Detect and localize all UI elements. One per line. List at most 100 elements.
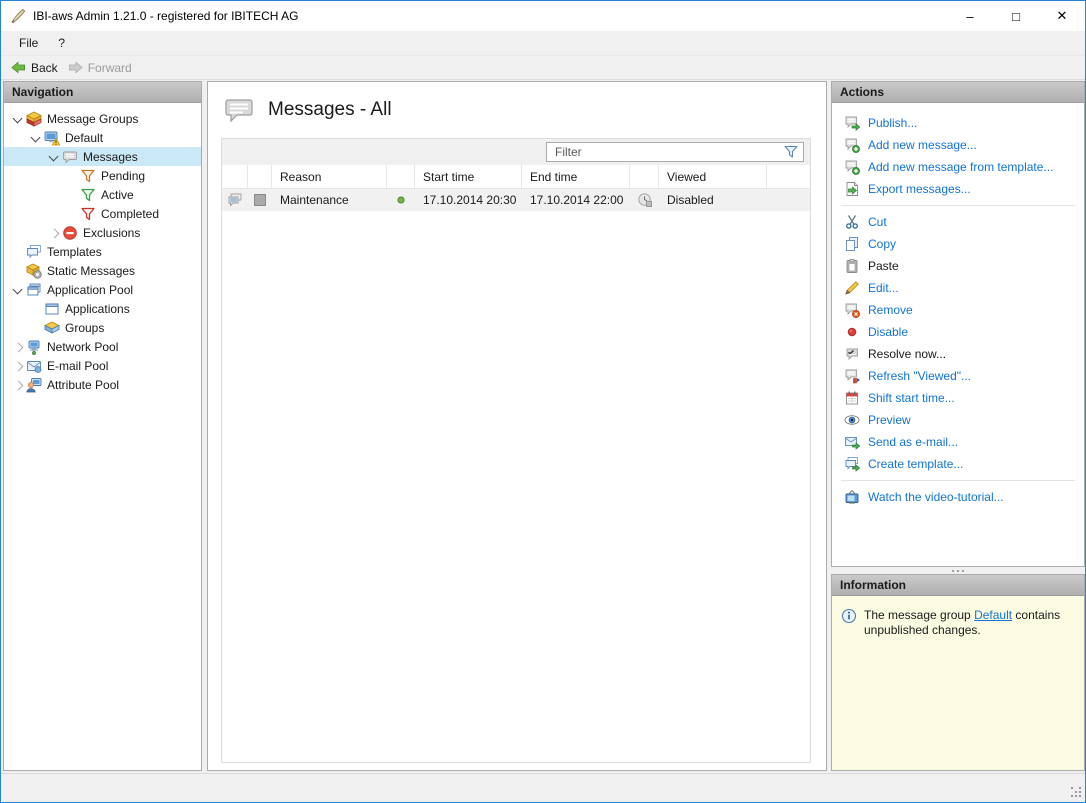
add-message-from-template-icon — [844, 159, 860, 175]
app-window: IBI-aws Admin 1.21.0 - registered for IB… — [0, 0, 1086, 803]
close-button[interactable]: ✕ — [1039, 1, 1085, 31]
column-status[interactable] — [387, 165, 415, 188]
menu-help[interactable]: ? — [48, 33, 75, 53]
information-header: Information — [832, 575, 1084, 596]
forward-arrow-icon — [68, 60, 83, 75]
cut-icon — [844, 214, 860, 230]
action-disable[interactable]: Disable — [832, 321, 1084, 343]
column-end-time[interactable]: End time — [522, 165, 630, 188]
filter-bar — [222, 139, 810, 165]
create-template-icon — [844, 456, 860, 472]
column-viewed[interactable]: Viewed — [659, 165, 767, 188]
message-color-swatch — [252, 192, 268, 208]
action-export-messages[interactable]: Export messages... — [832, 178, 1084, 200]
action-copy[interactable]: Copy — [832, 233, 1084, 255]
action-resolve-now[interactable]: Resolve now... — [832, 343, 1084, 365]
tree-item-templates[interactable]: Templates — [4, 242, 201, 261]
cell-start-time: 17.10.2014 20:30 — [415, 193, 522, 207]
column-reason[interactable]: Reason — [272, 165, 387, 188]
tree-item-email-pool[interactable]: E-mail Pool — [4, 356, 201, 375]
back-arrow-icon — [11, 60, 26, 75]
navigation-tree: Message Groups Default — [4, 103, 201, 394]
tree-item-pending[interactable]: Pending — [4, 166, 201, 185]
chevron-down-icon[interactable] — [10, 282, 26, 298]
chevron-right-icon[interactable] — [10, 377, 26, 393]
tv-icon — [844, 489, 860, 505]
action-preview[interactable]: Preview — [832, 409, 1084, 431]
chevron-down-icon[interactable] — [28, 130, 44, 146]
window-title: IBI-aws Admin 1.21.0 - registered for IB… — [33, 9, 298, 23]
disable-icon — [844, 324, 860, 340]
tree-item-messages[interactable]: Messages — [4, 147, 201, 166]
active-status-dot-icon — [393, 192, 409, 208]
message-group-warning-icon — [44, 130, 60, 146]
actions-panel: Actions Publish... — [831, 81, 1085, 567]
tree-item-applications[interactable]: Applications — [4, 299, 201, 318]
information-body: The message group Default contains unpub… — [832, 596, 1084, 770]
actions-separator — [841, 480, 1075, 481]
static-messages-icon — [26, 263, 42, 279]
actions-header: Actions — [832, 82, 1084, 103]
application-pool-icon — [26, 282, 42, 298]
back-button[interactable]: Back — [8, 58, 65, 77]
tree-item-application-pool[interactable]: Application Pool — [4, 280, 201, 299]
column-start-time[interactable]: Start time — [415, 165, 522, 188]
edit-pencil-icon — [844, 280, 860, 296]
forward-button[interactable]: Forward — [65, 58, 139, 77]
filter-funnel-icon[interactable] — [784, 145, 798, 159]
network-pool-icon — [26, 339, 42, 355]
action-send-as-email[interactable]: Send as e-mail... — [832, 431, 1084, 453]
action-cut[interactable]: Cut — [832, 211, 1084, 233]
action-add-new-message[interactable]: Add new message... — [832, 134, 1084, 156]
tree-item-network-pool[interactable]: Network Pool — [4, 337, 201, 356]
filter-input[interactable] — [555, 145, 784, 159]
maximize-button[interactable]: □ — [993, 1, 1039, 31]
chevron-right-icon[interactable] — [10, 339, 26, 355]
tree-item-attribute-pool[interactable]: Attribute Pool — [4, 375, 201, 394]
filter-pending-icon — [80, 168, 96, 184]
action-refresh-viewed[interactable]: Refresh "Viewed"... — [832, 365, 1084, 387]
chevron-down-icon[interactable] — [10, 111, 26, 127]
table-row[interactable]: Maintenance 17.10.2014 20:30 17.10.2014 … — [222, 189, 810, 211]
exclusions-icon — [62, 225, 78, 241]
tree-item-message-groups[interactable]: Message Groups — [4, 109, 201, 128]
action-remove[interactable]: Remove — [832, 299, 1084, 321]
actions-separator — [841, 205, 1075, 206]
menu-file[interactable]: File — [9, 33, 48, 53]
minimize-button[interactable]: – — [947, 1, 993, 31]
publish-icon — [844, 115, 860, 131]
action-publish[interactable]: Publish... — [832, 112, 1084, 134]
tree-item-active[interactable]: Active — [4, 185, 201, 204]
tree-item-exclusions[interactable]: Exclusions — [4, 223, 201, 242]
message-type-icon — [227, 192, 243, 208]
tree-item-completed[interactable]: Completed — [4, 204, 201, 223]
chevron-right-icon[interactable] — [46, 225, 62, 241]
message-groups-icon — [26, 111, 42, 127]
default-group-link[interactable]: Default — [974, 608, 1012, 622]
tree-item-groups[interactable]: Groups — [4, 318, 201, 337]
filter-box[interactable] — [546, 142, 804, 162]
remove-icon — [844, 302, 860, 318]
action-edit[interactable]: Edit... — [832, 277, 1084, 299]
send-email-icon — [844, 434, 860, 450]
action-paste[interactable]: Paste — [832, 255, 1084, 277]
action-create-template[interactable]: Create template... — [832, 453, 1084, 475]
status-bar — [1, 773, 1085, 802]
cell-viewed: Disabled — [659, 193, 767, 207]
action-watch-video-tutorial[interactable]: Watch the video-tutorial... — [832, 486, 1084, 508]
panel-splitter[interactable] — [831, 567, 1085, 574]
column-viewed-icon[interactable] — [630, 165, 659, 188]
column-color[interactable] — [248, 165, 272, 188]
column-type[interactable] — [222, 165, 248, 188]
tree-item-static-messages[interactable]: Static Messages — [4, 261, 201, 280]
tree-item-default[interactable]: Default — [4, 128, 201, 147]
title-bar: IBI-aws Admin 1.21.0 - registered for IB… — [1, 1, 1085, 31]
chevron-down-icon[interactable] — [46, 149, 62, 165]
resize-grip-icon[interactable] — [1070, 787, 1081, 798]
attribute-pool-icon — [26, 377, 42, 393]
action-add-message-from-template[interactable]: Add new message from template... — [832, 156, 1084, 178]
viewed-disabled-icon — [637, 192, 653, 208]
action-shift-start-time[interactable]: Shift start time... — [832, 387, 1084, 409]
chevron-right-icon[interactable] — [10, 358, 26, 374]
add-message-icon — [844, 137, 860, 153]
